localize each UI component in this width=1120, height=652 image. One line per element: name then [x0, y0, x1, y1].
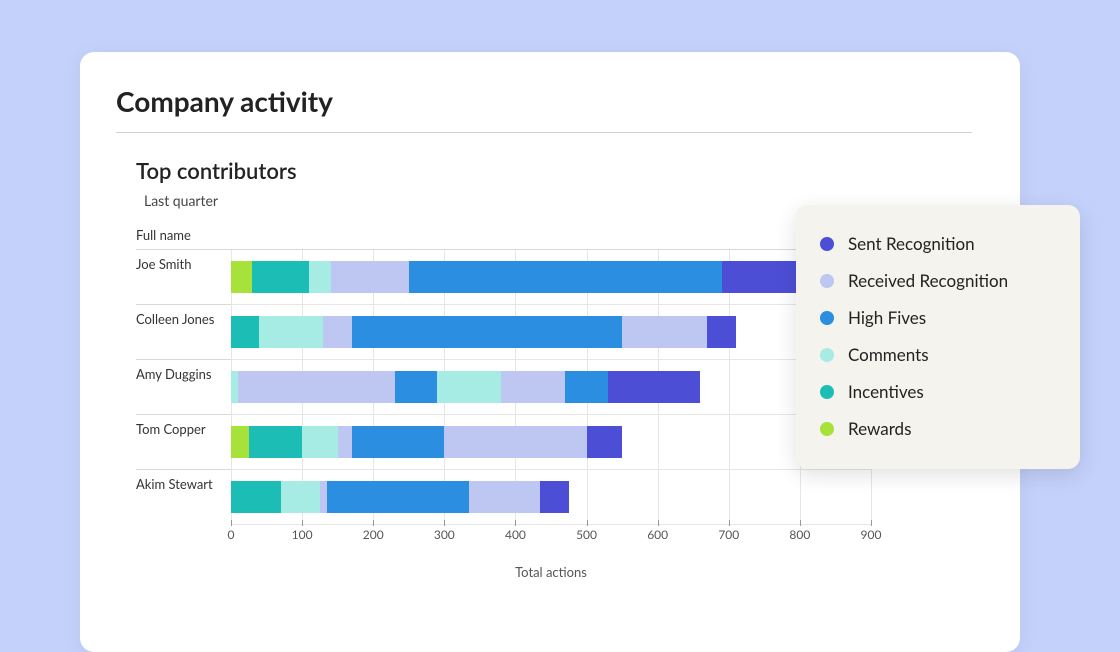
tick-mark [373, 520, 374, 526]
bar-row [231, 470, 871, 525]
legend-swatch [820, 274, 834, 288]
bar-row [231, 360, 871, 415]
bar-segment [302, 426, 338, 458]
x-axis: 0100200300400500600700800900 Total actio… [231, 524, 871, 580]
legend-label: Incentives [848, 381, 924, 402]
stacked-bar [231, 261, 800, 293]
bar-segment [707, 316, 735, 348]
bar-row [231, 305, 871, 360]
bar-segment [309, 261, 330, 293]
bar-segment [320, 481, 327, 513]
category-label: Colleen Jones [136, 304, 231, 359]
legend-swatch [820, 348, 834, 362]
bar-segment [331, 261, 409, 293]
bar-segment [327, 481, 469, 513]
tick-mark [587, 520, 588, 526]
tick-label: 100 [292, 527, 313, 542]
bar-row [231, 250, 871, 305]
legend-swatch [820, 237, 834, 251]
category-label: Akim Stewart [136, 469, 231, 524]
bars-area [231, 249, 871, 524]
tick-mark [302, 520, 303, 526]
bar-segment [231, 261, 252, 293]
legend-swatch [820, 385, 834, 399]
page-title: Company activity [116, 84, 972, 133]
category-label: Amy Duggins [136, 359, 231, 414]
legend-label: Comments [848, 344, 929, 365]
legend-label: Received Recognition [848, 270, 1008, 291]
bar-segment [352, 316, 622, 348]
tick-label: 700 [718, 527, 739, 542]
bar-segment [338, 426, 352, 458]
bar-segment [281, 481, 320, 513]
y-axis-categories: Joe SmithColleen JonesAmy DugginsTom Cop… [136, 249, 231, 524]
stacked-bar [231, 481, 569, 513]
bar-segment [352, 426, 444, 458]
bar-segment [587, 426, 623, 458]
bar-segment [238, 371, 394, 403]
x-axis-label: Total actions [231, 564, 871, 580]
tick-mark [871, 520, 872, 526]
tick-mark [729, 520, 730, 526]
tick-label: 300 [434, 527, 455, 542]
tick-mark [444, 520, 445, 526]
bar-segment [231, 426, 249, 458]
bar-segment [409, 261, 722, 293]
tick-label: 400 [505, 527, 526, 542]
chart-title: Top contributors [136, 157, 972, 184]
legend-label: High Fives [848, 307, 926, 328]
tick-mark [515, 520, 516, 526]
tick-label: 900 [861, 527, 882, 542]
legend-item: High Fives [820, 299, 1056, 336]
bar-segment [249, 426, 302, 458]
bar-segment [323, 316, 351, 348]
bar-segment [231, 481, 281, 513]
tick-label: 500 [576, 527, 597, 542]
stacked-bar [231, 426, 622, 458]
legend-label: Rewards [848, 418, 911, 439]
tick-label: 800 [789, 527, 810, 542]
bar-segment [501, 371, 565, 403]
bar-segment [540, 481, 568, 513]
bar-segment [722, 261, 800, 293]
legend-swatch [820, 311, 834, 325]
category-label: Joe Smith [136, 249, 231, 304]
x-axis-ticks: 0100200300400500600700800900 [231, 524, 871, 544]
legend-item: Incentives [820, 373, 1056, 410]
legend-label: Sent Recognition [848, 233, 975, 254]
tick-mark [231, 520, 232, 526]
bar-segment [469, 481, 540, 513]
bar-segment [231, 371, 238, 403]
tick-label: 0 [228, 527, 235, 542]
stacked-bar [231, 316, 736, 348]
tick-mark [800, 520, 801, 526]
legend-item: Received Recognition [820, 262, 1056, 299]
bar-segment [437, 371, 501, 403]
bar-segment [565, 371, 608, 403]
bar-row [231, 415, 871, 470]
stacked-bar [231, 371, 700, 403]
category-label: Tom Copper [136, 414, 231, 469]
tick-label: 200 [363, 527, 384, 542]
bar-segment [252, 261, 309, 293]
bar-segment [608, 371, 700, 403]
legend-item: Rewards [820, 410, 1056, 447]
bar-segment [259, 316, 323, 348]
legend-item: Sent Recognition [820, 225, 1056, 262]
bar-segment [622, 316, 707, 348]
tick-mark [658, 520, 659, 526]
bar-segment [444, 426, 586, 458]
bar-segment [395, 371, 438, 403]
tick-label: 600 [647, 527, 668, 542]
bar-segment [231, 316, 259, 348]
legend-swatch [820, 422, 834, 436]
legend-item: Comments [820, 336, 1056, 373]
legend-popover: Sent Recognition Received Recognition High… [796, 205, 1080, 469]
